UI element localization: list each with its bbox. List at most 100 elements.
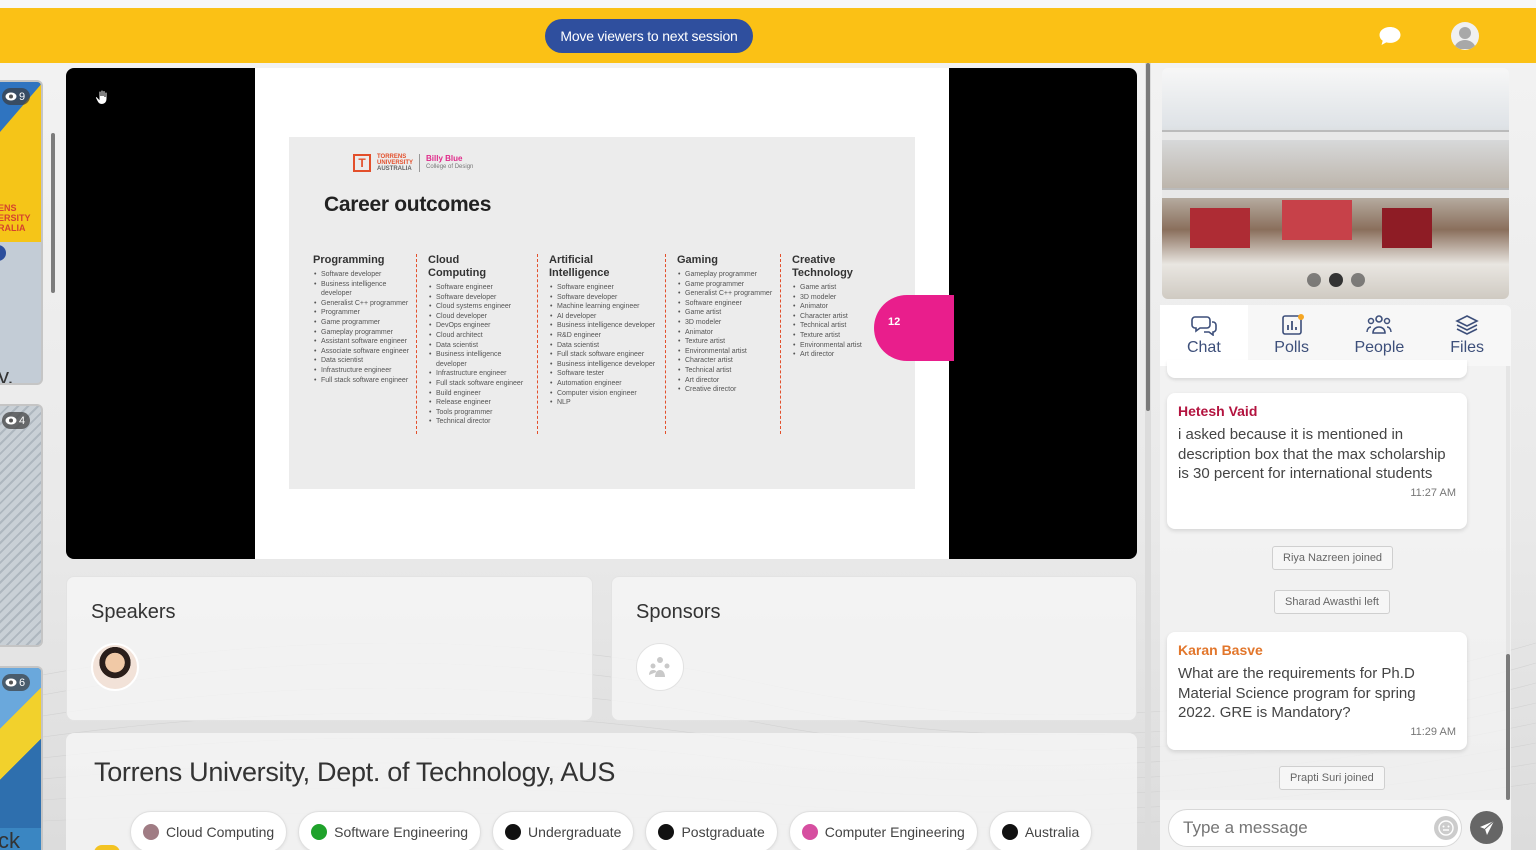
career-item: Art director [792,350,882,360]
column-heading: Gaming [677,254,718,266]
chat-message-input[interactable] [1168,809,1462,847]
chat-bubble-icon[interactable] [1378,25,1402,47]
session-card[interactable]: 9 ENS ERSITY RALIA y, [0,80,43,385]
column-divider [416,254,417,434]
carousel-dot[interactable] [1328,273,1343,287]
speakers-title: Speakers [91,601,176,623]
eye-icon [5,678,17,687]
career-item: Software engineer [428,283,528,293]
message-time: 11:27 AM [1410,486,1456,499]
tag-chip[interactable]: Undergraduate [492,811,635,850]
column-list: Software engineerSoftware developerCloud… [428,283,528,427]
chat-message: Hetesh Vaid i asked because it is mentio… [1167,393,1467,529]
career-item: Full stack software engineer [428,379,528,389]
user-avatar-icon[interactable] [1451,22,1479,50]
send-button[interactable] [1470,811,1503,844]
viewer-count-badge: 6 [2,674,31,691]
tag-chip[interactable]: Software Engineering [298,811,482,850]
raise-hand-icon[interactable] [94,88,112,106]
session-card[interactable]: 6 ck [0,666,43,850]
slide-column: Creative Technology Game artist3D modele… [792,254,882,360]
tag-chip[interactable]: Computer Engineering [788,811,978,850]
main-scrollbar-thumb[interactable] [1146,63,1150,411]
tab-polls[interactable]: Polls [1248,305,1336,366]
booth [1190,208,1250,248]
column-list: Software developerBusiness intelligence … [313,270,413,385]
career-item: Game programmer [313,318,413,328]
slide-column: Artificial Intelligence Software enginee… [549,254,659,408]
career-item: Release engineer [428,398,528,408]
career-item: Software engineer [549,283,659,293]
career-item: R&D engineer [549,331,659,341]
career-item: Data scientist [428,341,528,351]
tag-chip[interactable]: Postgraduate [645,811,778,850]
column-list: Game artist3D modelerAnimatorCharacter a… [792,283,882,360]
career-item: Texture artist [677,337,777,347]
career-item: Business intelligence developer [549,321,659,331]
torrens-wordmark: TORRENS UNIVERSITY AUSTRALIA [377,154,413,172]
move-viewers-button[interactable]: Move viewers to next session [545,19,753,53]
balcony-rail [1162,130,1509,140]
speaker-avatar[interactable] [91,643,139,691]
torrens-logo-icon: T [353,154,371,172]
career-item: Cloud developer [428,312,528,322]
career-item: Gameplay programmer [313,328,413,338]
chat-scrollbar-thumb[interactable] [1506,654,1510,800]
tab-files[interactable]: Files [1423,305,1511,366]
carousel-dot[interactable] [1306,273,1321,287]
tab-label: People [1354,339,1405,356]
career-item: Data scientist [313,356,413,366]
career-item: Animator [677,328,777,338]
session-strip-scrollbar[interactable] [51,133,55,293]
event-title: Torrens University, Dept. of Technology,… [94,757,616,787]
career-item: Machine learning engineer [549,302,659,312]
main-scrollbar[interactable] [1145,63,1151,850]
career-item: Generalist C++ programmer [313,299,413,309]
logo-text-line: RALIA [0,223,26,233]
sponsor-placeholder-icon[interactable] [636,643,684,691]
tag-color-dot [311,824,328,840]
tab-chat[interactable]: Chat [1160,305,1248,366]
venue-photo-carousel[interactable] [1162,68,1509,299]
tag-label: Australia [1024,824,1080,840]
message-time: 11:29 AM [1410,725,1456,738]
booth [1282,200,1352,240]
logo-line: AUSTRALIA [377,166,412,172]
career-item: Assistant software engineer [313,337,413,347]
career-item: Technical director [428,417,528,427]
tag-label: Postgraduate [681,824,765,840]
column-heading: Cloud Computing [428,254,487,279]
billy-blue-wordmark: Billy Blue College of Design [426,155,473,171]
viewer-count: 6 [19,676,26,689]
message-author: Karan Basve [1178,642,1263,658]
career-item: 3D modeler [677,318,777,328]
tab-people[interactable]: People [1336,305,1424,366]
people-icon [1366,315,1393,334]
session-card[interactable]: 4 [0,404,43,647]
column-heading: Creative Technology [792,254,853,279]
tab-label: Polls [1274,339,1309,356]
chat-icon [1191,316,1217,336]
column-divider [665,254,666,434]
tag-label: Software Engineering [334,824,469,840]
session-thumbnail [0,406,41,645]
eye-icon [5,416,17,425]
tag-chip[interactable]: Cloud Computing [130,811,288,850]
tag-color-dot [801,824,818,840]
emoji-button[interactable] [1434,816,1458,840]
tag-label: Cloud Computing [166,824,275,840]
event-tags: Cloud Computing Software Engineering Und… [130,811,1093,850]
carousel-dot[interactable] [1350,273,1365,287]
career-item: 3D modeler [792,293,882,303]
browser-top-strip [0,0,1536,8]
career-item: Computer vision engineer [549,389,659,399]
logo-text-line: ENS [0,203,17,213]
career-item: Animator [792,302,882,312]
slide-column: Programming Software developerBusiness i… [313,254,413,385]
chat-scrollbar[interactable] [1506,366,1510,800]
tag-color-dot [505,824,522,840]
career-item: Build engineer [428,389,528,399]
video-stage[interactable]: T TORRENS UNIVERSITY AUSTRALIA Billy Blu… [66,68,1137,559]
column-heading: Programming [313,254,385,266]
tag-chip[interactable]: Australia [988,811,1093,850]
